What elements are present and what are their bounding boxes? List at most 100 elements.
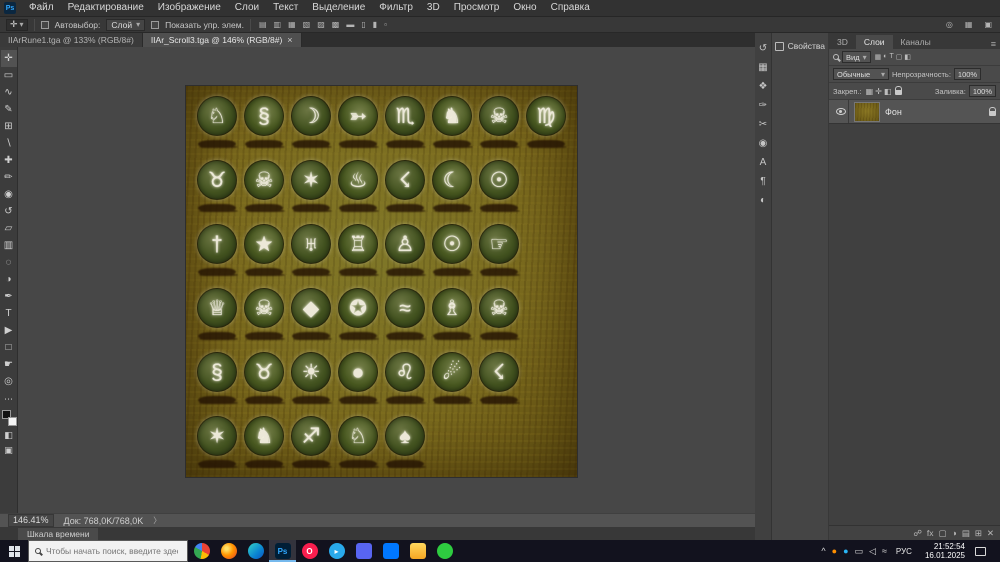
quick-selection-tool[interactable]: ✎ [1, 101, 17, 118]
taskbar-app-opera[interactable]: O [296, 540, 323, 562]
taskbar-app-firefox[interactable] [215, 540, 242, 562]
taskbar-app-chrome[interactable] [188, 540, 215, 562]
new-group-icon[interactable]: ▤ [962, 528, 970, 539]
canvas-area[interactable]: ♘§☽➳♏♞☠♍♉☠✶♨☇☾☉†★♅♖♙☉☞♕☠◆✪≈♗☠§♉☀●♌☄☇✶♞♐♘… [18, 47, 755, 513]
delete-layer-icon[interactable]: ✕ [987, 528, 994, 539]
move-tool[interactable]: ✛ [1, 50, 17, 67]
crop-tool[interactable]: ⊞ [1, 118, 17, 135]
pen-tool[interactable]: ✒ [1, 288, 17, 305]
character-panel-icon[interactable]: A [756, 153, 771, 172]
tray-expand-icon[interactable]: ^ [821, 546, 825, 556]
filter-kind-dropdown[interactable]: Вид ▾ [842, 51, 871, 63]
taskbar-app-discord[interactable] [350, 540, 377, 562]
layer-filter-icon-1[interactable]: ▦ [874, 53, 883, 61]
opacity-field[interactable]: 100% [954, 68, 981, 80]
taskbar-app-telegram[interactable]: ▸ [323, 540, 350, 562]
volume-icon[interactable]: ◁ [869, 546, 876, 557]
history-brush-tool[interactable]: ↺ [1, 203, 17, 220]
adjustment-layer-icon[interactable]: ◑ [952, 528, 957, 538]
marquee-tool[interactable]: ▭ [1, 67, 17, 84]
brush-settings-panel-icon[interactable]: ✑ [756, 96, 771, 115]
screen-mode-icon[interactable]: ▣ [4, 445, 13, 456]
layer-effects-icon[interactable]: fx [927, 528, 934, 538]
document-tab-1[interactable]: IIArRune1.tga @ 133% (RGB/8#) [0, 33, 143, 47]
workspace-grid-icon[interactable]: ▦ [963, 20, 975, 29]
layer-filter-icon-5[interactable]: ◧ [903, 53, 912, 61]
taskbar-app-explorer-folder[interactable] [404, 540, 431, 562]
add-layer-mask-icon[interactable]: ▢ [939, 528, 947, 539]
document-image[interactable]: ♘§☽➳♏♞☠♍♉☠✶♨☇☾☉†★♅♖♙☉☞♕☠◆✪≈♗☠§♉☀●♌☄☇✶♞♐♘… [186, 86, 577, 477]
new-layer-icon[interactable]: ⊞ [975, 528, 982, 539]
timeline-tab[interactable]: Шкала времени [18, 528, 98, 540]
eraser-tool[interactable]: ▱ [1, 220, 17, 237]
tray-color-icon-1[interactable]: ● [832, 546, 837, 556]
menu-item-6[interactable]: Выделение [305, 0, 372, 16]
symmetry-panel-icon[interactable]: ✂ [756, 115, 771, 134]
taskbar-app-edge[interactable] [242, 540, 269, 562]
menu-item-5[interactable]: Текст [266, 0, 305, 16]
layer-visibility-cell[interactable] [833, 100, 849, 123]
status-options-chevron-icon[interactable]: 〉 [153, 515, 161, 526]
align-icon-5[interactable]: ▨ [315, 20, 327, 29]
taskbar-app-vk[interactable] [377, 540, 404, 562]
menu-item-1[interactable]: Файл [22, 0, 61, 16]
lock-icon-1[interactable]: ▦ [865, 87, 875, 96]
align-icon-3[interactable]: ▦ [286, 20, 298, 29]
taskbar-app-whatsapp[interactable] [431, 540, 458, 562]
zoom-level-field[interactable]: 146.41% [8, 514, 54, 527]
zoom-tool[interactable]: ◎ [1, 373, 17, 390]
align-icon-8[interactable]: ▯ [359, 20, 367, 29]
menu-item-7[interactable]: Фильтр [372, 0, 420, 16]
panel-menu-icon[interactable]: ≡ [991, 39, 1000, 49]
hand-tool[interactable]: ☛ [1, 356, 17, 373]
menu-item-10[interactable]: Окно [506, 0, 543, 16]
foreground-background-swatches[interactable] [1, 410, 17, 426]
tab-3d[interactable]: 3D [829, 35, 856, 49]
menu-item-11[interactable]: Справка [544, 0, 597, 16]
background-color-swatch[interactable] [8, 417, 17, 426]
taskbar-app-photoshop[interactable]: Ps [269, 540, 296, 562]
taskbar-search[interactable] [28, 540, 188, 562]
clone-source-panel-icon[interactable]: ◉ [756, 134, 771, 153]
menu-item-9[interactable]: Просмотр [447, 0, 507, 16]
search-icon[interactable]: ◎ [944, 20, 955, 29]
align-icon-10[interactable]: ▫ [382, 20, 389, 29]
autoselect-target-dropdown[interactable]: Слой ▾ [106, 19, 145, 31]
path-selection-tool[interactable]: ▶ [1, 322, 17, 339]
menu-item-8[interactable]: 3D [420, 0, 447, 16]
quick-mask-icon[interactable]: ◧ [4, 430, 13, 441]
gradient-tool[interactable]: ▥ [1, 237, 17, 254]
tray-color-icon-2[interactable]: ● [843, 546, 848, 556]
shape-tool[interactable]: □ [1, 339, 17, 356]
blur-tool[interactable]: ◌ [1, 254, 17, 271]
lasso-tool[interactable]: ∿ [1, 84, 17, 101]
tab-channels[interactable]: Каналы [893, 35, 939, 49]
align-icon-7[interactable]: ▬ [344, 20, 356, 29]
active-tool-badge[interactable]: ✛ ▾ [6, 19, 28, 31]
blend-mode-dropdown[interactable]: Обычные ▾ [833, 68, 889, 80]
notification-center-icon[interactable] [975, 547, 986, 556]
menu-item-4[interactable]: Слои [228, 0, 266, 16]
history-panel-icon[interactable]: ↺ [756, 39, 771, 58]
lock-icon-3[interactable]: ◧ [883, 87, 893, 96]
search-input[interactable] [46, 546, 178, 556]
show-transform-controls-checkbox[interactable] [151, 21, 159, 29]
align-icon-2[interactable]: ▥ [272, 20, 284, 29]
properties-panel-button[interactable]: Свойства [775, 41, 825, 51]
workspace-switcher-icon[interactable]: ▣ [982, 20, 994, 29]
autoselect-checkbox[interactable] [41, 21, 49, 29]
edit-toolbar-icon[interactable]: ⋯ [4, 394, 13, 405]
dodge-tool[interactable]: ◑ [1, 271, 17, 288]
menu-item-3[interactable]: Изображение [151, 0, 228, 16]
tab-layers[interactable]: Слои [856, 35, 893, 49]
align-icon-9[interactable]: ▮ [371, 20, 379, 29]
menu-item-2[interactable]: Редактирование [61, 0, 151, 16]
align-icon-1[interactable]: ▤ [257, 20, 269, 29]
start-button[interactable] [0, 540, 28, 562]
type-tool[interactable]: T [1, 305, 17, 322]
lock-icon-2[interactable]: ✛ [874, 87, 883, 96]
document-tab-2[interactable]: IIAr_Scroll3.tga @ 146% (RGB/8#)× [143, 33, 302, 47]
battery-icon[interactable]: ▭ [855, 546, 864, 557]
layer-filter-icon-4[interactable]: ▢ [895, 53, 904, 61]
align-icon-6[interactable]: ▩ [330, 20, 342, 29]
